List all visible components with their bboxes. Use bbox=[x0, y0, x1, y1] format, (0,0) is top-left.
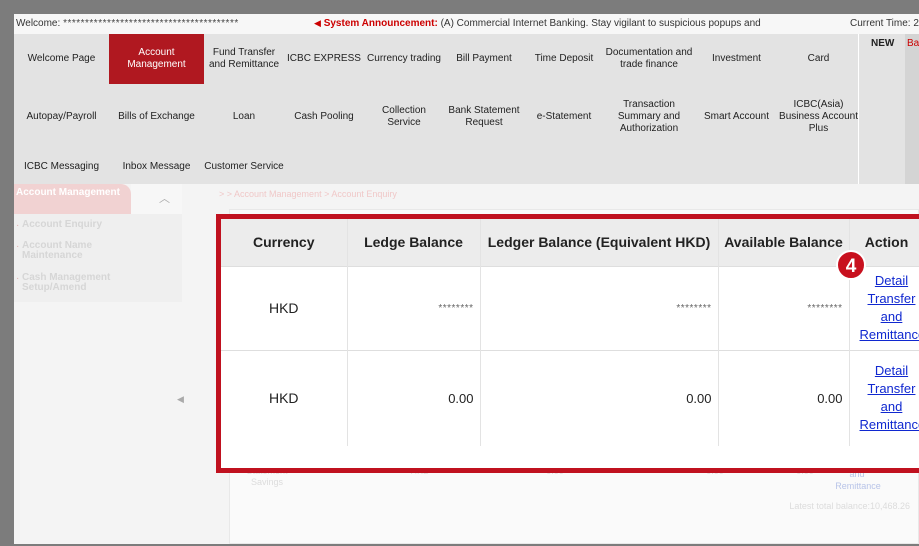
menu-fund-transfer[interactable]: Fund Transfer and Remittance bbox=[204, 34, 284, 84]
top-bar: Welcome: *******************************… bbox=[14, 14, 919, 34]
nav-item-cash-management-setup[interactable]: Cash Management Setup/Amend bbox=[22, 273, 142, 293]
menu-e-statement[interactable]: e-Statement bbox=[524, 84, 604, 149]
nav-body: · Account Enquiry · Account Name Mainten… bbox=[14, 214, 182, 302]
nav-bullet-icon: · bbox=[16, 220, 20, 231]
cell-ledge-balance: 0.00 bbox=[347, 349, 481, 446]
menu-welcome-page[interactable]: Welcome Page bbox=[14, 34, 109, 84]
menu-customer-service[interactable]: Customer Service bbox=[204, 149, 284, 184]
table-row: HKD ******** ******** ******** Detail Tr… bbox=[221, 265, 919, 350]
new-badge: NEW bbox=[871, 38, 895, 49]
menu-inbox-message[interactable]: Inbox Message bbox=[109, 149, 204, 184]
menu-cash-pooling[interactable]: Cash Pooling bbox=[284, 84, 364, 149]
welcome-user: **************************************** bbox=[63, 18, 239, 29]
cell-currency: HKD bbox=[221, 349, 348, 446]
announcement-arrow-icon: ◀ bbox=[314, 18, 321, 28]
menu-right-panel: NEW Ba bbox=[858, 34, 919, 184]
nav-section-title[interactable]: Account Management bbox=[14, 184, 131, 214]
menu-icbc-messaging[interactable]: ICBC Messaging bbox=[14, 149, 109, 184]
cell-ledger-balance-hkd: 0.00 bbox=[480, 349, 719, 446]
cell-available-balance: 0.00 bbox=[718, 349, 850, 446]
menu-icbc-asia-business-account-plus[interactable]: ICBC(Asia) Business Account Plus bbox=[779, 84, 858, 149]
menu-bills-of-exchange[interactable]: Bills of Exchange bbox=[109, 84, 204, 149]
table-row: HKD 0.00 0.00 0.00 Detail Transfer and R… bbox=[221, 349, 919, 446]
header-ledger-balance-hkd: Ledger Balance (Equivalent HKD) bbox=[480, 219, 719, 266]
menu-bill-payment[interactable]: Bill Payment bbox=[444, 34, 524, 84]
nav-head-spacer bbox=[131, 184, 182, 214]
bg-action-remittance[interactable]: Remittance bbox=[828, 481, 888, 492]
menu-autopay-payroll[interactable]: Autopay/Payroll bbox=[14, 84, 109, 149]
menu-icbc-express[interactable]: ICBC EXPRESS bbox=[284, 34, 364, 84]
header-ledge-balance: Ledge Balance bbox=[347, 219, 481, 266]
cell-ledge-balance: ******** bbox=[347, 265, 481, 350]
collapse-arrow-icon[interactable]: ◀ bbox=[177, 394, 184, 405]
cell-ledger-balance-hkd: ******** bbox=[480, 265, 719, 350]
cell-action: Detail Transfer and Remittance bbox=[849, 349, 919, 446]
menu-time-deposit[interactable]: Time Deposit bbox=[524, 34, 604, 84]
transfer-link-and[interactable]: and bbox=[860, 398, 919, 416]
menu-currency-trading[interactable]: Currency trading bbox=[364, 34, 444, 84]
menu-investment[interactable]: Investment bbox=[694, 34, 779, 84]
account-enquiry-table: Currency Ledge Balance Ledger Balance (E… bbox=[221, 219, 919, 446]
announcement-text: (A) Commercial Internet Banking. Stay vi… bbox=[440, 18, 761, 29]
transfer-link[interactable]: Transfer bbox=[860, 380, 919, 398]
highlighted-account-table: Currency Ledge Balance Ledger Balance (E… bbox=[216, 214, 919, 473]
welcome-text: Welcome: *******************************… bbox=[16, 18, 239, 29]
menu-card[interactable]: Card bbox=[779, 34, 858, 84]
left-nav: Account Management ︿ · Account Enquiry ·… bbox=[14, 184, 182, 304]
nav-bullet-icon: · bbox=[16, 273, 20, 284]
menu-smart-account[interactable]: Smart Account bbox=[694, 84, 779, 149]
current-time: Current Time: 2 bbox=[850, 18, 919, 29]
breadcrumb: > > Account Management > Account Enquiry bbox=[219, 189, 397, 199]
transfer-link[interactable]: Transfer bbox=[860, 290, 919, 308]
transfer-link-and[interactable]: and bbox=[860, 308, 919, 326]
header-currency: Currency bbox=[221, 219, 348, 266]
menu-bank-statement-request[interactable]: Bank Statement Request bbox=[444, 84, 524, 149]
table-header-row: Currency Ledge Balance Ledger Balance (E… bbox=[221, 219, 919, 266]
cell-available-balance: ******** bbox=[718, 265, 850, 350]
app-frame: Welcome: *******************************… bbox=[14, 14, 919, 544]
nav-item-account-enquiry[interactable]: Account Enquiry bbox=[22, 220, 102, 230]
menu-documentation-trade-finance[interactable]: Documentation and trade finance bbox=[604, 34, 694, 84]
chevron-up-icon[interactable]: ︿ bbox=[159, 190, 170, 206]
menu-collection-service[interactable]: Collection Service bbox=[364, 84, 444, 149]
remittance-link[interactable]: Remittance bbox=[860, 326, 919, 344]
welcome-label: Welcome: bbox=[16, 18, 61, 29]
remittance-link[interactable]: Remittance bbox=[860, 416, 919, 434]
menu-account-management[interactable]: Account Management bbox=[109, 34, 204, 84]
step-number-badge: 4 bbox=[836, 250, 866, 280]
nav-item-account-name-maintenance[interactable]: Account Name Maintenance bbox=[22, 241, 142, 261]
menu-right-strip bbox=[905, 34, 919, 184]
nav-bullet-icon: · bbox=[16, 241, 20, 252]
menu-transaction-summary[interactable]: Transaction Summary and Authorization bbox=[604, 84, 694, 149]
detail-link[interactable]: Detail bbox=[860, 272, 919, 290]
latest-total-balance: Latest total balance:10,468.26 bbox=[789, 501, 910, 511]
cell-currency: HKD bbox=[221, 265, 348, 350]
system-announcement[interactable]: ◀ System Announcement: (A) Commercial In… bbox=[314, 18, 786, 29]
announcement-label: System Announcement: bbox=[323, 18, 438, 29]
new-more-link[interactable]: Ba bbox=[907, 38, 919, 49]
detail-link[interactable]: Detail bbox=[860, 362, 919, 380]
menu-loan[interactable]: Loan bbox=[204, 84, 284, 149]
cell-action: Detail Transfer and Remittance bbox=[849, 265, 919, 350]
header-available-balance: Available Balance bbox=[718, 219, 850, 266]
main-menu: Welcome Page Account Management Fund Tra… bbox=[14, 34, 858, 184]
